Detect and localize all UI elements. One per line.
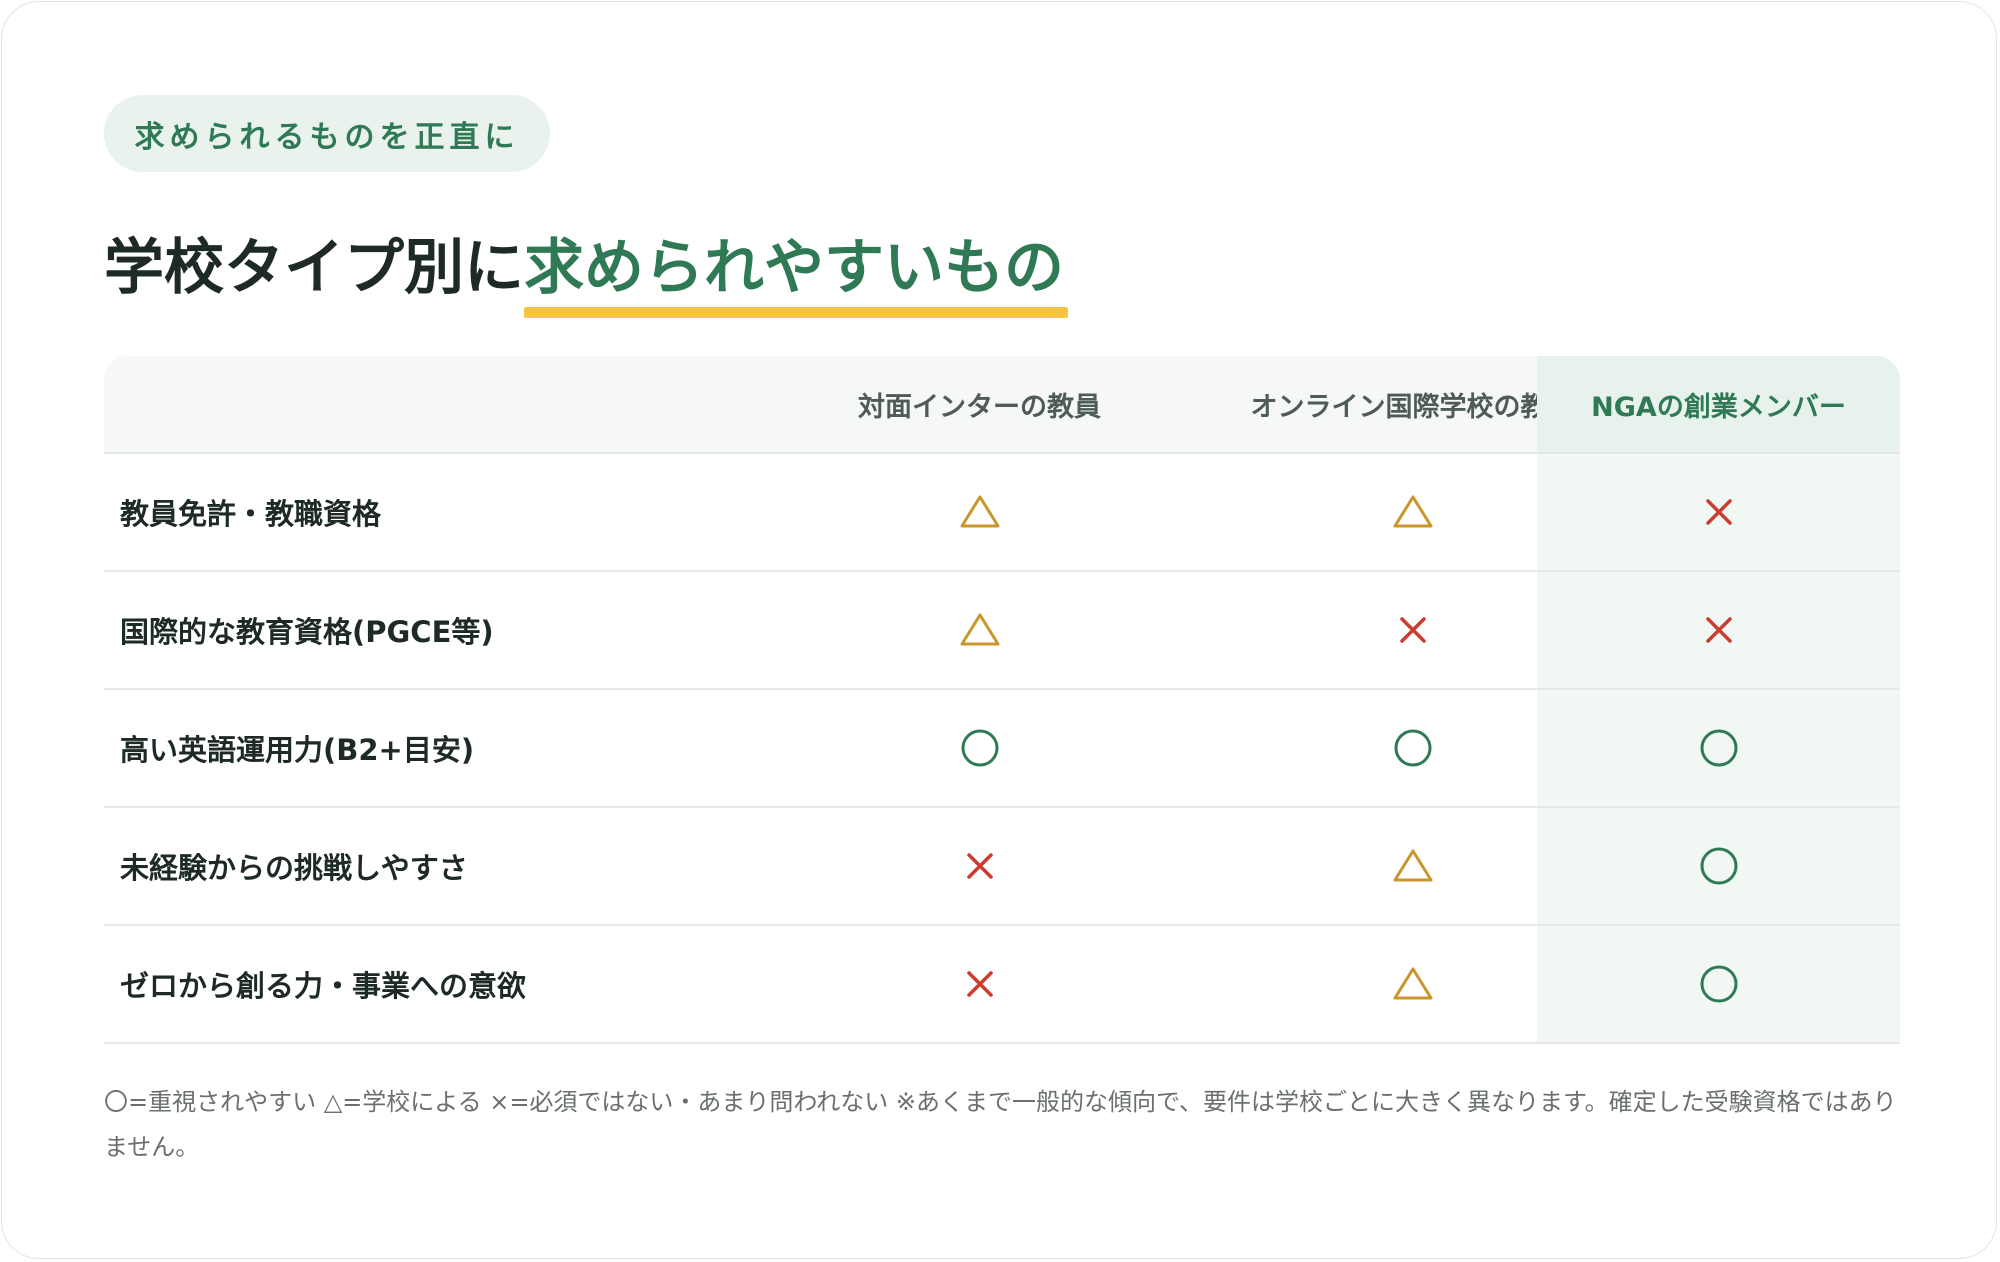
table-cell bbox=[1537, 808, 1900, 924]
table-body: 教員免許・教職資格国際的な教育資格(PGCE等) 高い英語運用力(B2+目安) 未経… bbox=[104, 454, 1900, 1044]
cross-icon bbox=[1705, 617, 1732, 643]
table-cell bbox=[1537, 572, 1900, 688]
table-row: ゼロから創る力・事業への意欲 bbox=[104, 926, 1900, 1044]
cross-icon bbox=[1705, 499, 1732, 525]
row-label: 未経験からの挑戦しやすさ bbox=[120, 851, 468, 885]
title-prefix: 学校タイプ別に bbox=[104, 232, 524, 303]
section-badge: 求められるものを正直に bbox=[104, 95, 550, 172]
circle-icon bbox=[1700, 965, 1737, 1003]
circle-icon bbox=[961, 729, 998, 767]
table-cell bbox=[771, 690, 1188, 806]
table-row: 未経験からの挑戦しやすさ bbox=[104, 808, 1900, 926]
column-header-nga-founder: NGAの創業メンバー bbox=[1537, 356, 1900, 452]
cross-icon bbox=[1399, 617, 1426, 643]
table-row: 教員免許・教職資格 bbox=[104, 454, 1900, 572]
circle-icon bbox=[1394, 729, 1431, 767]
triangle-icon bbox=[1393, 967, 1432, 1000]
table-cell bbox=[1537, 926, 1900, 1042]
row-label: 国際的な教育資格(PGCE等) bbox=[120, 615, 494, 649]
table-row: 国際的な教育資格(PGCE等) bbox=[104, 572, 1900, 690]
table-header: 対面インターの教員 オンライン国際学校の教員 NGAの創業メンバー bbox=[104, 356, 1900, 454]
table-cell bbox=[771, 572, 1188, 688]
footnote: 〇=重視されやすい △=学校による ×=必須ではない・あまり問われない ※あくま… bbox=[104, 1088, 1897, 1161]
triangle-icon bbox=[960, 495, 999, 528]
triangle-icon bbox=[1393, 849, 1432, 882]
title-accent-text: 求められやすいもの bbox=[524, 232, 1064, 303]
table-cell bbox=[1537, 690, 1900, 806]
page-title: 学校タイプ別に 求められやすいもの bbox=[104, 212, 1068, 318]
triangle-icon bbox=[960, 613, 999, 646]
column-header-inperson-teacher: 対面インターの教員 bbox=[858, 391, 1101, 423]
circle-icon bbox=[1700, 729, 1737, 767]
title-highlight-underline bbox=[524, 306, 1068, 318]
row-label: 教員免許・教職資格 bbox=[120, 497, 382, 531]
comparison-table: 対面インターの教員 オンライン国際学校の教員 NGAの創業メンバー 教員免許・教… bbox=[104, 356, 1900, 1044]
table-row: 高い英語運用力(B2+目安) bbox=[104, 690, 1900, 808]
row-label: 高い英語運用力(B2+目安) bbox=[120, 733, 475, 767]
table-cell bbox=[771, 926, 1188, 1042]
title-accent: 求められやすいもの bbox=[524, 219, 1068, 318]
row-label: ゼロから創る力・事業への意欲 bbox=[120, 969, 527, 1003]
content-card: 求められるものを正直に 学校タイプ別に 求められやすいもの 対面インターの教員 … bbox=[1, 1, 1997, 1259]
table-cell bbox=[771, 808, 1188, 924]
triangle-icon bbox=[1393, 495, 1432, 528]
cross-icon bbox=[966, 853, 993, 879]
circle-icon bbox=[1700, 847, 1737, 885]
table-cell bbox=[771, 454, 1188, 570]
table-cell bbox=[1537, 454, 1900, 570]
cross-icon bbox=[966, 971, 993, 997]
